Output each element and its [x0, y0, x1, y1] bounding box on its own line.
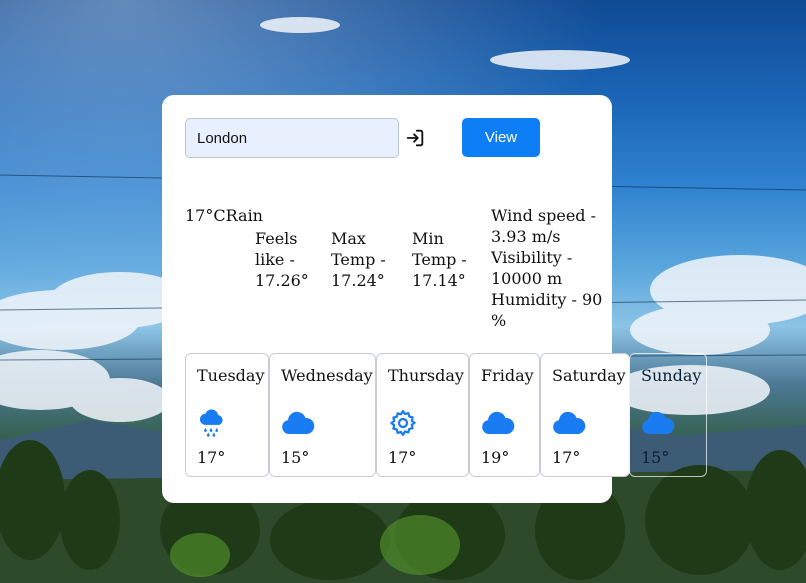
feels-like: Feels like - 17.26° — [255, 229, 309, 290]
min-temp: Min Temp - 17.14° — [412, 229, 467, 290]
forecast-temp: 17° — [197, 448, 226, 467]
forecast-day-sunday[interactable]: Sunday 15° — [629, 353, 707, 477]
gear-icon — [390, 410, 416, 436]
forecast-temp: 15° — [641, 448, 670, 467]
forecast-temp: 15° — [281, 448, 310, 467]
forecast-day-tuesday[interactable]: Tuesday 17° — [185, 353, 269, 477]
cloud-icon — [553, 411, 586, 434]
login-arrow-icon[interactable] — [404, 127, 426, 149]
rain-cloud-icon — [199, 409, 223, 437]
forecast-day-saturday[interactable]: Saturday 17° — [540, 353, 630, 477]
city-search-input[interactable] — [185, 118, 399, 158]
current-temp: 17°C — [185, 206, 226, 225]
current-temp-row: 17°CRain — [185, 205, 263, 226]
forecast-day-thursday[interactable]: Thursday 17° — [376, 353, 469, 477]
forecast-day-friday[interactable]: Friday 19° — [469, 353, 540, 477]
forecast-day-name: Sunday — [641, 366, 702, 385]
forecast-day-wednesday[interactable]: Wednesday 15° — [269, 353, 376, 477]
visibility: Visibility - 10000 m — [491, 248, 573, 288]
view-button[interactable]: View — [462, 118, 540, 157]
humidity: Humidity - 90 % — [491, 290, 603, 330]
extra-details: Wind speed - 3.93 m/s Visibility - 10000… — [491, 205, 603, 331]
wind-speed: Wind speed - 3.93 m/s — [491, 206, 597, 246]
forecast-day-name: Wednesday — [281, 366, 373, 385]
forecast-day-name: Friday — [481, 366, 534, 385]
search-row: View — [185, 118, 540, 159]
forecast-day-name: Thursday — [388, 366, 464, 385]
forecast-temp: 19° — [481, 448, 510, 467]
current-description: Rain — [225, 206, 263, 225]
cloud-icon — [282, 411, 315, 434]
forecast-day-name: Tuesday — [197, 366, 265, 385]
cloud-icon — [642, 411, 675, 434]
forecast-temp: 17° — [388, 448, 417, 467]
weather-card: View 17°CRain Feels like - 17.26° Max Te… — [162, 95, 707, 503]
cloud-icon — [482, 411, 515, 434]
forecast-day-name: Saturday — [552, 366, 626, 385]
forecast-temp: 17° — [552, 448, 581, 467]
max-temp: Max Temp - 17.24° — [331, 229, 386, 290]
